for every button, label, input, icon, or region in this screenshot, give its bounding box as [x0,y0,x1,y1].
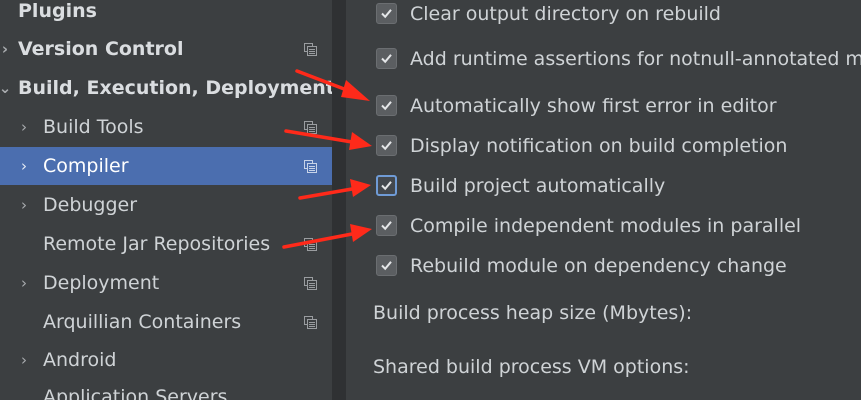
option-label: Add runtime assertions for notnull-annot… [410,48,861,70]
settings-tree: Plugins › Version Control ⌄ Build, Execu… [0,0,332,400]
compiler-settings-panel: Clear output directory on rebuild Add ru… [346,0,861,400]
option-label: Compile independent modules in parallel [410,215,802,237]
checkmark-icon [381,9,392,19]
tree-item-label: Debugger [43,194,138,216]
tree-item-plugins[interactable]: Plugins [0,0,332,30]
checkmark-icon [381,221,392,231]
checkbox[interactable] [376,215,397,236]
project-level-icon [304,316,317,329]
checkbox[interactable] [376,175,397,196]
project-level-icon [304,238,317,251]
chevron-right-icon[interactable]: › [0,30,12,68]
option-label: Display notification on build completion [410,135,788,157]
checkbox[interactable] [376,135,397,156]
checkbox[interactable] [376,95,397,116]
checkmark-icon [381,54,392,64]
tree-item-debugger[interactable]: › Debugger [0,186,332,224]
option-label: Build project automatically [410,175,666,197]
chevron-right-icon[interactable]: › [17,264,31,302]
checkbox[interactable] [376,3,397,24]
chevron-right-icon[interactable]: › [17,186,31,224]
vm-options-label: Shared build process VM options: [373,356,690,378]
tree-item-remote-jar-repositories[interactable]: Remote Jar Repositories [0,225,332,263]
project-level-icon [304,43,317,56]
tree-item-label: Arquillian Containers [43,311,242,333]
chevron-right-icon[interactable]: › [17,341,31,379]
tree-item-application-servers[interactable]: Application Servers [0,378,332,400]
option-label: Rebuild module on dependency change [410,255,787,277]
tree-item-compiler[interactable]: › Compiler [0,147,332,185]
tree-item-build-execution-deployment[interactable]: ⌄ Build, Execution, Deployment [0,69,332,107]
project-level-icon [304,160,317,173]
project-level-icon [304,121,317,134]
chevron-right-icon[interactable]: › [17,147,31,185]
tree-item-label: Build Tools [43,116,144,138]
tree-item-label: Build, Execution, Deployment [18,77,332,99]
tree-item-label: Plugins [18,0,97,22]
tree-item-label: Version Control [18,38,184,60]
option-label: Automatically show first error in editor [410,95,777,117]
tree-item-build-tools[interactable]: › Build Tools [0,108,332,146]
tree-item-label: Compiler [43,155,129,177]
tree-item-label: Remote Jar Repositories [43,233,271,255]
checkmark-icon [381,181,392,191]
splitter[interactable] [332,0,346,400]
tree-item-label: Deployment [43,272,160,294]
option-label: Clear output directory on rebuild [410,3,721,25]
tree-item-android[interactable]: › Android [0,341,332,379]
checkbox[interactable] [376,48,397,69]
settings-window: Plugins › Version Control ⌄ Build, Execu… [0,0,861,400]
heap-size-label: Build process heap size (Mbytes): [373,302,693,324]
tree-item-arquillian-containers[interactable]: Arquillian Containers [0,303,332,341]
checkmark-icon [381,101,392,111]
checkmark-icon [381,141,392,151]
tree-item-deployment[interactable]: › Deployment [0,264,332,302]
tree-item-label: Android [43,349,117,371]
project-level-icon [304,277,317,290]
tree-item-label: Application Servers [43,386,228,400]
chevron-down-icon[interactable]: ⌄ [0,69,12,107]
tree-item-version-control[interactable]: › Version Control [0,30,332,68]
chevron-right-icon[interactable]: › [17,108,31,146]
checkbox[interactable] [376,255,397,276]
checkmark-icon [381,261,392,271]
